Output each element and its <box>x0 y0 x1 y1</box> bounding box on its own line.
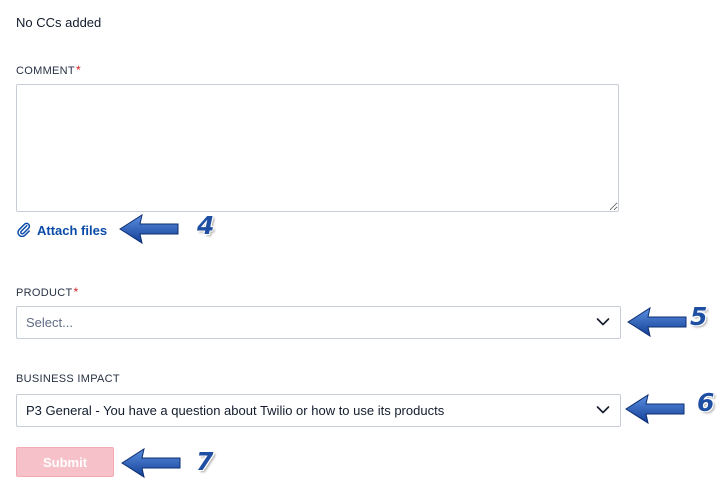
required-asterisk: * <box>75 63 81 77</box>
no-ccs-text: No CCs added <box>16 15 102 30</box>
chevron-down-icon <box>596 403 610 418</box>
annotation-arrow-icon <box>625 393 685 425</box>
annotation-arrow-icon <box>121 447 181 479</box>
attach-files-link[interactable]: Attach files <box>16 221 107 240</box>
comment-label-text: COMMENT <box>16 65 75 77</box>
business-impact-label: BUSINESS IMPACT <box>16 373 120 385</box>
required-asterisk: * <box>73 285 79 299</box>
product-select-value: Select... <box>26 315 73 330</box>
annotation-number: 6 <box>697 388 715 417</box>
annotation-number: 5 <box>690 302 708 331</box>
submit-button[interactable]: Submit <box>16 447 114 477</box>
business-impact-select[interactable]: P3 General - You have a question about T… <box>16 394 621 427</box>
comment-label: COMMENT* <box>16 63 81 77</box>
product-label: PRODUCT* <box>16 285 78 299</box>
paperclip-icon <box>16 221 31 240</box>
annotation-number: 7 <box>196 447 214 476</box>
product-select[interactable]: Select... <box>16 306 621 339</box>
annotation-number: 4 <box>197 211 215 240</box>
chevron-down-icon <box>596 315 610 330</box>
attach-files-label: Attach files <box>37 223 108 238</box>
comment-textarea[interactable] <box>16 84 619 212</box>
product-label-text: PRODUCT <box>16 287 73 299</box>
annotation-arrow-icon <box>627 306 687 338</box>
annotation-arrow-icon <box>119 213 179 245</box>
business-impact-select-value: P3 General - You have a question about T… <box>26 403 445 418</box>
